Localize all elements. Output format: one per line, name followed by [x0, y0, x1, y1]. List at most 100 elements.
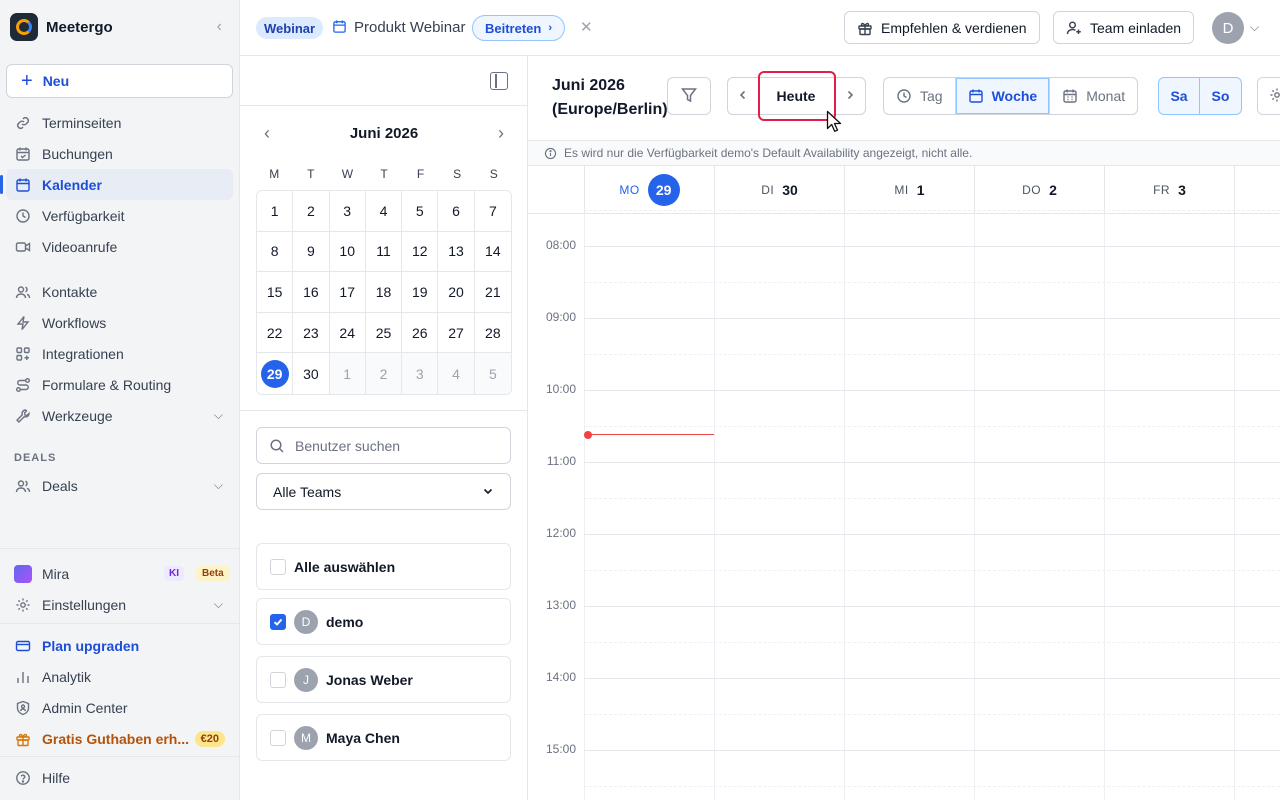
- mini-calendar-day[interactable]: 19: [402, 272, 439, 313]
- close-icon[interactable]: ✕: [580, 18, 593, 36]
- sidebar-item-werkzeuge[interactable]: Werkzeuge ⌵: [6, 400, 233, 431]
- sidebar-item-deals[interactable]: Deals ⌵: [6, 470, 233, 501]
- user-search-field[interactable]: [256, 427, 511, 464]
- mini-calendar-day[interactable]: 21: [474, 272, 511, 313]
- mini-calendar-day[interactable]: 7: [474, 191, 511, 232]
- select-all-checkbox[interactable]: [270, 558, 286, 575]
- clock-icon: [896, 88, 912, 104]
- mini-calendar-day[interactable]: 28: [474, 313, 511, 354]
- sidebar-item-workflows[interactable]: Workflows: [6, 307, 233, 338]
- mini-calendar-day[interactable]: 26: [402, 312, 439, 354]
- mini-calendar-day[interactable]: 10: [329, 231, 366, 273]
- calendar-settings-button[interactable]: [1257, 77, 1280, 115]
- user-search-input[interactable]: [295, 437, 495, 454]
- sidebar-nav-help: Hilfe: [6, 762, 233, 793]
- mini-calendar-day[interactable]: 24: [329, 312, 366, 354]
- mini-calendar-day-number: 10: [339, 243, 355, 260]
- mini-calendar-day[interactable]: 29: [257, 353, 294, 394]
- sidebar-item-kalender[interactable]: Kalender: [0, 169, 233, 200]
- chevron-left-icon[interactable]: ‹: [256, 123, 278, 144]
- day-column-header[interactable]: MI 1: [844, 166, 974, 214]
- sidebar-item-gratis-guthaben[interactable]: Gratis Guthaben erh... €20: [6, 723, 233, 754]
- day-column-header[interactable]: DI 30: [714, 166, 844, 214]
- day-column-header[interactable]: DO 2: [974, 166, 1104, 214]
- mini-calendar-day[interactable]: 3: [402, 353, 439, 394]
- calendar-timezone-label: (Europe/Berlin): [552, 101, 668, 118]
- mini-calendar-day[interactable]: 5: [474, 353, 511, 394]
- mini-calendar-day[interactable]: 20: [438, 272, 475, 313]
- user-avatar[interactable]: D: [1212, 12, 1244, 44]
- refer-button[interactable]: Empfehlen & verdienen: [844, 11, 1040, 44]
- mini-calendar-day[interactable]: 16: [293, 272, 330, 313]
- view-day-button[interactable]: Tag: [884, 78, 956, 114]
- user-checkbox[interactable]: [270, 671, 286, 688]
- mini-calendar-day[interactable]: 25: [365, 312, 403, 354]
- mini-calendar-day[interactable]: 8: [257, 231, 294, 273]
- mini-calendar-day[interactable]: 12: [402, 231, 439, 273]
- mini-calendar-day[interactable]: 5: [402, 191, 439, 232]
- user-checkbox[interactable]: [270, 729, 286, 746]
- day-column-header[interactable]: S: [1234, 166, 1280, 214]
- sidebar-item-analytik[interactable]: Analytik: [6, 661, 233, 692]
- view-month-button[interactable]: Monat: [1050, 78, 1137, 114]
- sidebar-item-einstellungen[interactable]: Einstellungen ⌵: [6, 589, 233, 620]
- mini-calendar-day[interactable]: 2: [293, 191, 330, 232]
- time-label: 10:00: [545, 382, 576, 396]
- user-row-jonas[interactable]: J Jonas Weber: [256, 656, 511, 703]
- view-week-button[interactable]: Woche: [955, 78, 1051, 114]
- mini-calendar-day[interactable]: 14: [474, 232, 511, 273]
- invite-team-button[interactable]: Team einladen: [1053, 11, 1195, 44]
- sidebar-item-verfuegbarkeit[interactable]: Verfügbarkeit: [6, 200, 233, 231]
- mini-calendar-day[interactable]: 6: [438, 191, 475, 232]
- mini-calendar-day[interactable]: 17: [329, 272, 366, 313]
- sidebar-item-hilfe[interactable]: Hilfe: [6, 762, 233, 793]
- mini-calendar-day-number: 22: [266, 324, 283, 341]
- mini-calendar-day[interactable]: 1: [329, 353, 366, 394]
- previous-week-button[interactable]: [727, 77, 759, 115]
- join-button[interactable]: Beitreten ›: [472, 15, 566, 41]
- mini-calendar-day[interactable]: 1: [257, 191, 294, 232]
- teams-select[interactable]: Alle Teams: [256, 473, 511, 510]
- mini-calendar-day[interactable]: 30: [293, 353, 330, 394]
- mini-calendar-day[interactable]: 13: [438, 231, 475, 273]
- sidebar-item-terminseiten[interactable]: Terminseiten: [6, 107, 233, 138]
- time-label: 15:00: [545, 742, 576, 756]
- sidebar-item-buchungen[interactable]: Buchungen: [6, 138, 233, 169]
- day-column-header[interactable]: MO 29: [584, 166, 714, 214]
- time-grid[interactable]: 08:00 09:00 10:00 11:00 12:00 13:00 14:00 15:00: [528, 210, 1280, 800]
- sidebar-item-formulare[interactable]: Formulare & Routing: [6, 369, 233, 400]
- sidebar-item-integrationen[interactable]: Integrationen: [6, 338, 233, 369]
- sidebar-item-mira[interactable]: Mira KI Beta: [6, 558, 233, 589]
- mini-calendar-day[interactable]: 15: [257, 272, 294, 313]
- mini-calendar-day[interactable]: 27: [438, 312, 475, 354]
- select-all-row[interactable]: Alle auswählen: [256, 543, 511, 590]
- filter-button[interactable]: [667, 77, 711, 115]
- user-row-demo[interactable]: D demo: [256, 598, 511, 645]
- mini-calendar-day[interactable]: 9: [293, 231, 330, 273]
- mini-calendar-day[interactable]: 4: [438, 353, 475, 394]
- day-column-header[interactable]: FR 3: [1104, 166, 1234, 214]
- user-checkbox[interactable]: [270, 613, 286, 630]
- brand[interactable]: Meetergo ‹: [10, 13, 230, 41]
- mini-calendar-day[interactable]: 2: [365, 353, 403, 394]
- sidebar-item-admin-center[interactable]: Admin Center: [6, 692, 233, 723]
- mini-calendar-day[interactable]: 4: [365, 191, 403, 232]
- sunday-toggle[interactable]: So: [1200, 78, 1241, 114]
- sidebar-item-plan-upgrade[interactable]: Plan upgraden: [6, 630, 233, 661]
- mini-calendar-day[interactable]: 18: [365, 272, 403, 313]
- collapse-sidebar-icon[interactable]: ‹: [217, 18, 222, 36]
- mini-calendar-day[interactable]: 3: [329, 191, 366, 232]
- saturday-toggle[interactable]: Sa: [1159, 78, 1200, 114]
- chevron-right-icon[interactable]: ›: [490, 123, 512, 144]
- user-row-maya[interactable]: M Maya Chen: [256, 714, 511, 761]
- user-name: Maya Chen: [326, 729, 400, 746]
- sidebar-item-kontakte[interactable]: Kontakte: [6, 276, 233, 307]
- new-button-label: Neu: [42, 73, 70, 89]
- sidebar-item-videoanrufe[interactable]: Videoanrufe: [6, 231, 233, 262]
- new-button[interactable]: + Neu: [6, 64, 233, 98]
- mini-calendar-day[interactable]: 11: [365, 231, 403, 273]
- mini-calendar-day[interactable]: 23: [293, 312, 330, 354]
- panel-toggle-icon[interactable]: [490, 72, 508, 90]
- mini-calendar-day[interactable]: 22: [257, 312, 294, 354]
- chevron-down-icon[interactable]: ⌵: [1250, 20, 1259, 35]
